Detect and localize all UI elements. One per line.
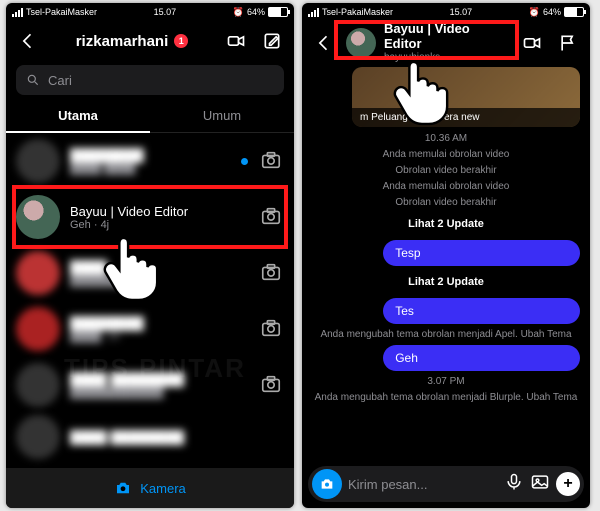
avatar — [16, 415, 60, 459]
camera-icon — [260, 205, 282, 227]
battery-icon — [268, 7, 288, 17]
avatar — [16, 251, 60, 295]
clock-label: 15.07 — [450, 7, 473, 17]
clock-label: 15.07 — [154, 7, 177, 17]
search-placeholder: Cari — [48, 73, 72, 88]
row-camera-button[interactable] — [260, 373, 284, 397]
system-message: Anda memulai obrolan video — [302, 181, 590, 192]
story-reply-preview[interactable]: m Peluang baru di era new — [352, 67, 580, 127]
back-button[interactable] — [310, 29, 338, 57]
signal-icon — [308, 8, 319, 17]
camera-icon — [260, 373, 282, 395]
see-updates-link[interactable]: Lihat 2 Update — [302, 218, 590, 230]
battery-percent: 64% — [543, 7, 561, 17]
see-updates-link[interactable]: Lihat 2 Update — [302, 276, 590, 288]
footer-camera-button[interactable]: Kamera — [6, 468, 294, 508]
chevron-left-icon — [18, 31, 38, 51]
chevron-left-icon — [314, 33, 334, 53]
sent-message[interactable]: Tes — [383, 298, 580, 324]
row-camera-button[interactable] — [260, 261, 284, 285]
camera-icon — [260, 261, 282, 283]
row-camera-button[interactable] — [260, 205, 284, 229]
unread-badge: 1 — [174, 34, 188, 48]
row-camera-button[interactable] — [260, 317, 284, 341]
camera-icon — [319, 476, 335, 492]
avatar — [16, 195, 60, 239]
search-field[interactable]: Cari — [16, 65, 284, 95]
system-message: Anda memulai obrolan video — [302, 149, 590, 160]
avatar — [16, 139, 60, 183]
carrier-label: Tsel-PakaiMasker — [322, 7, 393, 17]
system-message: Obrolan video berakhir — [302, 165, 590, 176]
chat-header[interactable]: Bayuu | Video Editor bayuubionks — [302, 21, 590, 65]
chat-title: Bayuu | Video Editor — [384, 22, 510, 52]
dm-thread-row-bayuu[interactable]: Bayuu | Video Editor Geh · 4j — [6, 189, 294, 245]
dm-inbox-screen: Tsel-PakaiMasker 15.07 ⏰ 64% rizkamarhan… — [6, 3, 294, 508]
row-camera-button[interactable] — [260, 149, 284, 173]
thread-preview: Geh · 4j — [70, 219, 250, 231]
dm-thread-row[interactable]: ████████████ ·2h — [6, 301, 294, 357]
signal-icon — [12, 8, 23, 17]
more-button[interactable]: + — [556, 472, 580, 496]
avatar — [16, 307, 60, 351]
battery-icon — [564, 7, 584, 17]
video-call-button[interactable] — [222, 27, 250, 55]
compose-icon — [262, 31, 282, 51]
inbox-tabs: Utama Umum — [6, 99, 294, 133]
footer-camera-label: Kamera — [140, 481, 186, 496]
story-caption: m Peluang baru di era new — [352, 108, 580, 127]
gallery-button[interactable] — [530, 472, 550, 497]
sent-message[interactable]: Geh — [383, 345, 580, 371]
battery-percent: 64% — [247, 7, 265, 17]
timestamp: 10.36 AM — [302, 133, 590, 144]
dm-thread-row[interactable]: ████ ████████ — [6, 413, 294, 461]
thread-name: Bayuu | Video Editor — [70, 204, 250, 219]
alarm-icon: ⏰ — [529, 7, 540, 18]
search-icon — [26, 73, 40, 87]
video-icon — [226, 31, 246, 51]
tab-primary[interactable]: Utama — [6, 99, 150, 133]
carrier-label: Tsel-PakaiMasker — [26, 7, 97, 17]
dm-chat-screen: Tsel-PakaiMasker 15.07 ⏰ 64% Bayuu | Vid… — [302, 3, 590, 508]
avatar — [346, 28, 376, 58]
video-call-button[interactable] — [518, 29, 546, 57]
report-button[interactable] — [554, 29, 582, 57]
status-bar: Tsel-PakaiMasker 15.07 ⏰ 64% — [6, 3, 294, 21]
account-username: rizkamarhani — [76, 33, 169, 50]
voice-button[interactable] — [504, 472, 524, 497]
camera-icon — [260, 317, 282, 339]
message-composer[interactable]: Kirim pesan... + — [308, 466, 584, 502]
status-bar: Tsel-PakaiMasker 15.07 ⏰ 64% — [302, 3, 590, 21]
compose-button[interactable] — [258, 27, 286, 55]
avatar — [16, 363, 60, 407]
dm-thread-row[interactable]: ████████████ — [6, 245, 294, 301]
unread-dot-icon — [241, 158, 248, 165]
camera-icon — [114, 479, 132, 497]
camera-icon — [260, 149, 282, 171]
microphone-icon — [504, 472, 524, 492]
dm-thread-row[interactable]: ████ ████████████████████ — [6, 357, 294, 413]
back-button[interactable] — [14, 27, 42, 55]
composer-camera-button[interactable] — [312, 469, 342, 499]
timestamp: 3.07 PM — [302, 376, 590, 387]
system-theme-message[interactable]: Anda mengubah tema obrolan menjadi Apel.… — [302, 329, 590, 340]
system-message: Obrolan video berakhir — [302, 197, 590, 208]
inbox-header: rizkamarhani 1 — [6, 21, 294, 61]
tab-general[interactable]: Umum — [150, 99, 294, 133]
video-icon — [522, 33, 542, 53]
flag-icon — [558, 33, 578, 53]
chat-subtitle: bayuubionks — [384, 52, 510, 64]
account-switcher[interactable]: rizkamarhani 1 — [50, 33, 214, 50]
composer-placeholder: Kirim pesan... — [348, 477, 498, 492]
sent-message[interactable]: Tesp — [383, 240, 580, 266]
image-icon — [530, 472, 550, 492]
plus-icon: + — [563, 475, 572, 493]
dm-thread-row[interactable]: ████████████ ████ — [6, 133, 294, 189]
system-theme-message[interactable]: Anda mengubah tema obrolan menjadi Blurp… — [302, 392, 590, 403]
alarm-icon: ⏰ — [233, 7, 244, 18]
